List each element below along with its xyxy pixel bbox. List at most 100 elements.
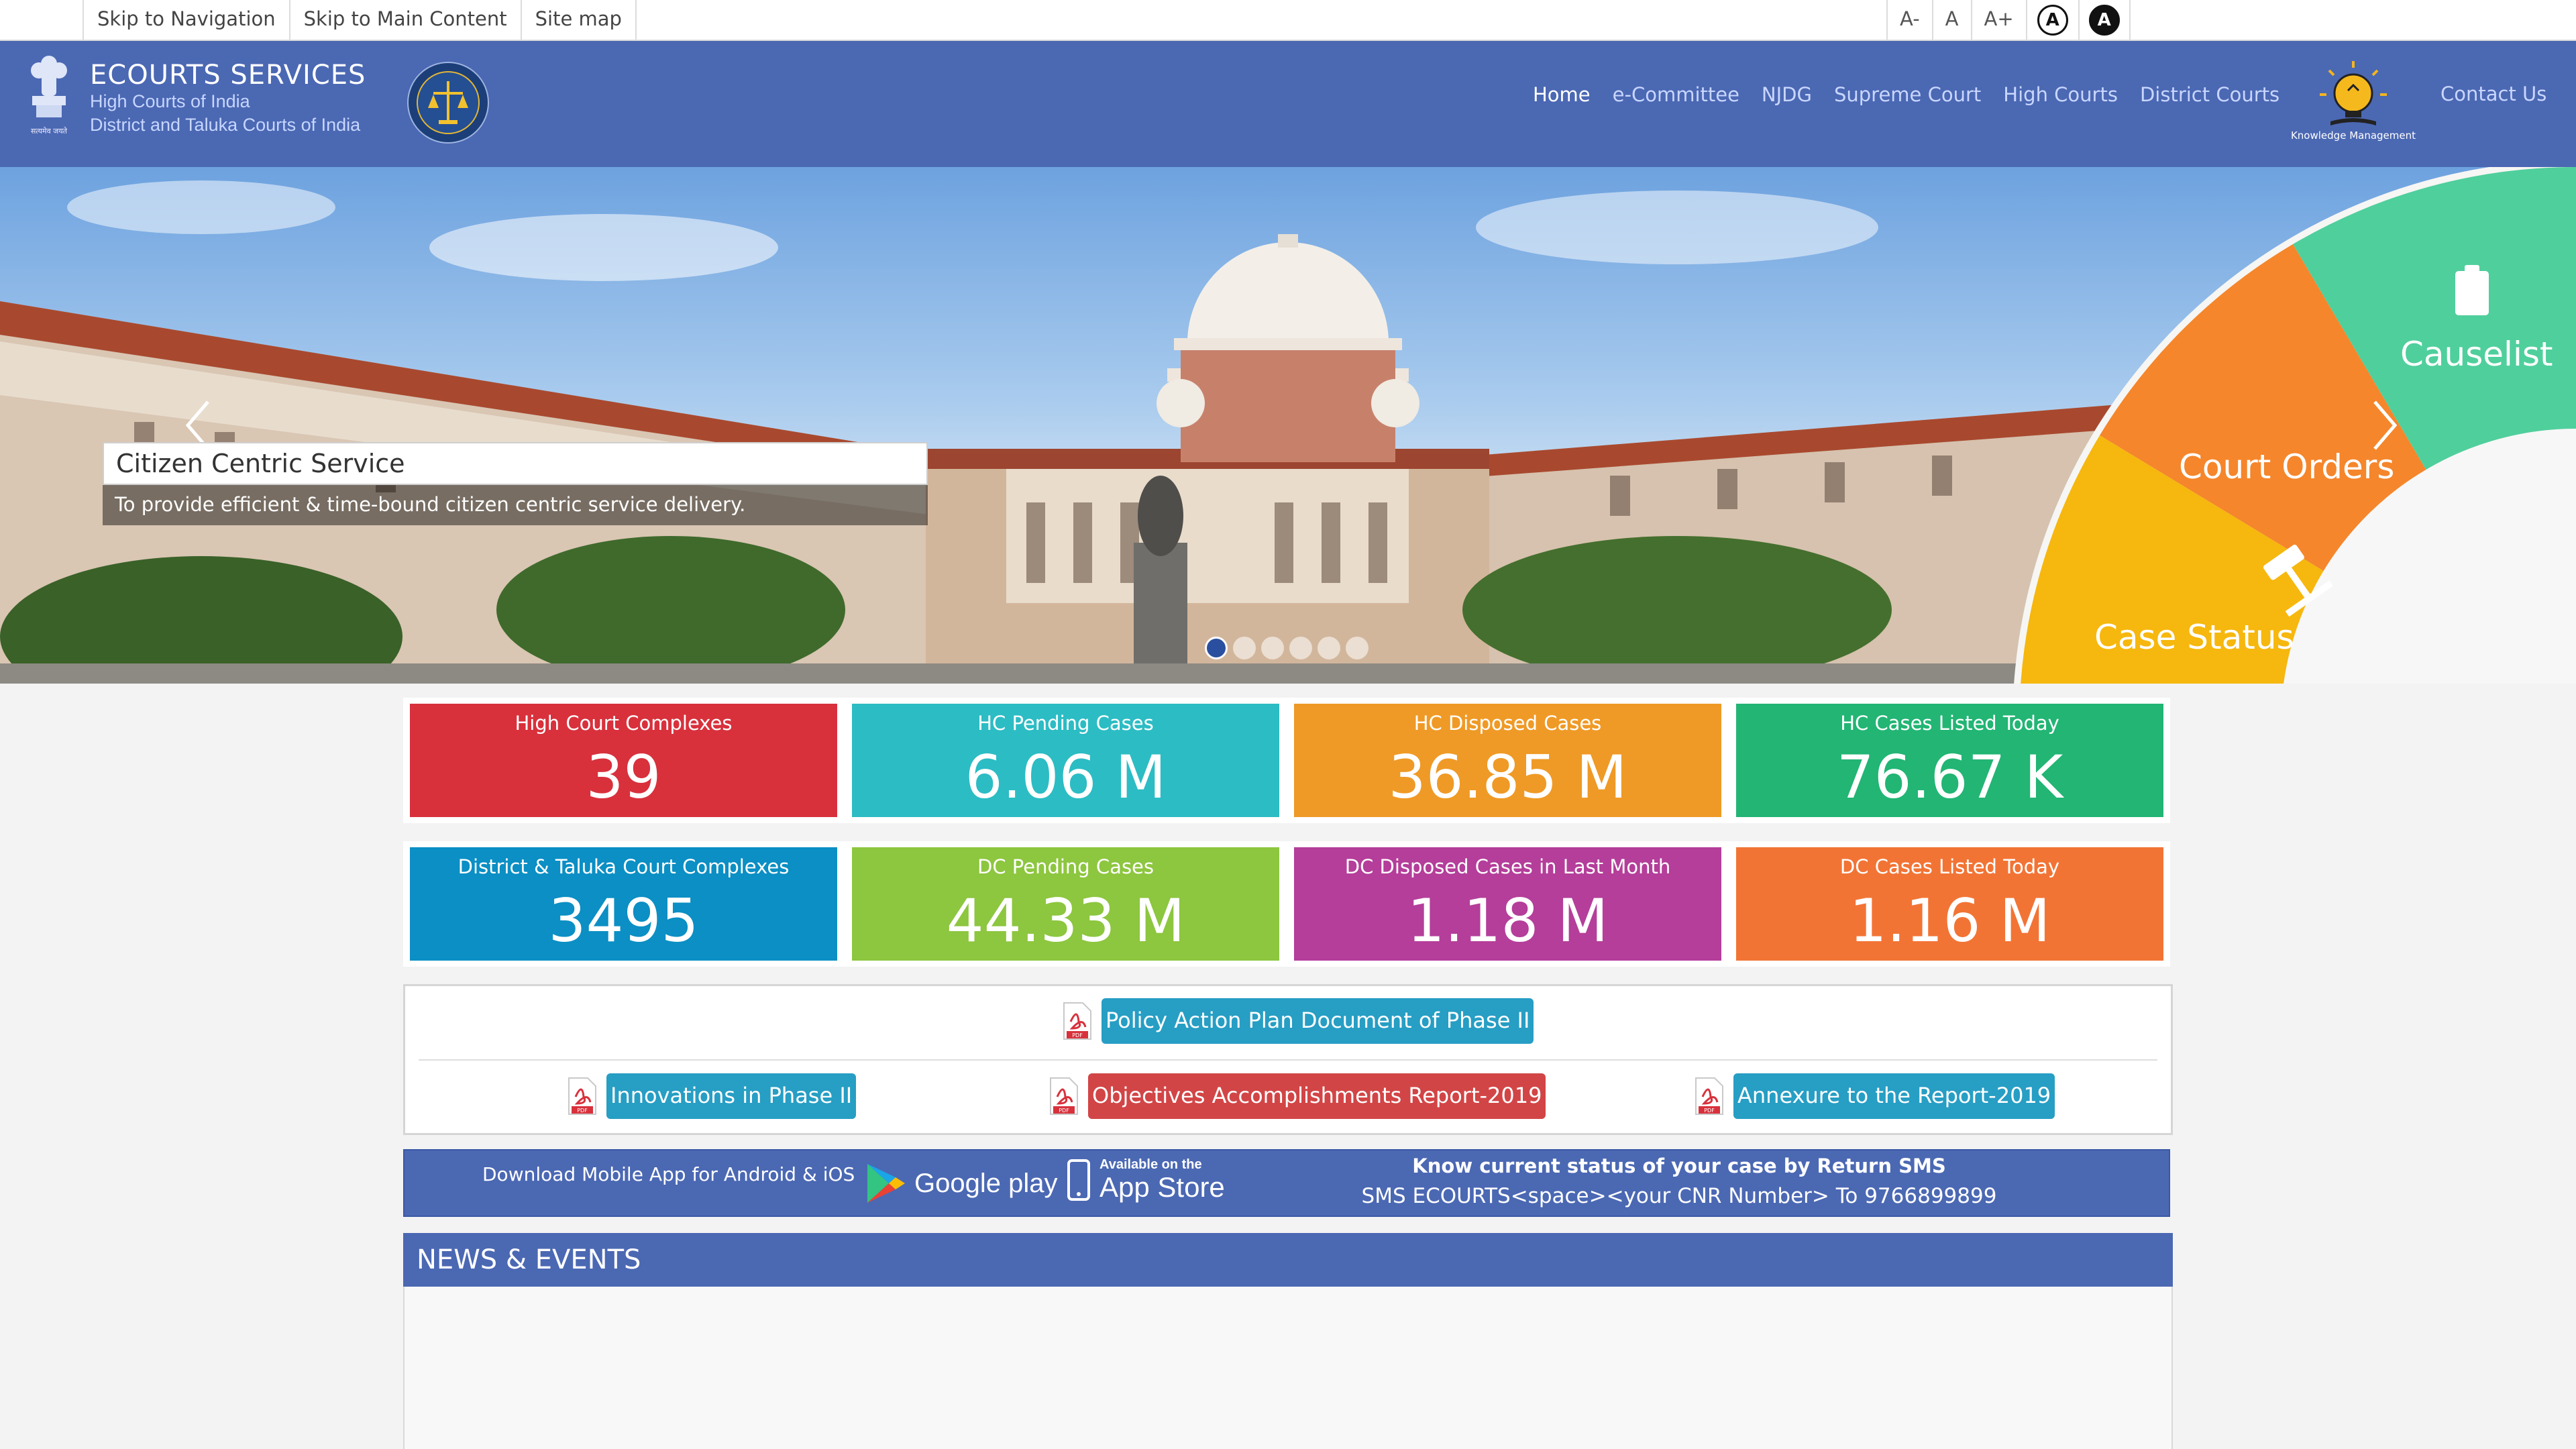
main-navigation: Home e-Committee NJDG Supreme Court High… (1533, 41, 2302, 148)
clipboard-icon (2455, 265, 2489, 315)
carousel-dot[interactable] (1261, 637, 1284, 659)
stat-value: 44.33 M (946, 886, 1185, 955)
stat-label: DC Pending Cases (977, 855, 1155, 878)
emblem-caption: सत्यमेव जयते (31, 127, 68, 136)
annexure-report-button[interactable]: Annexure to the Report-2019 (1733, 1073, 2055, 1119)
font-normal-button[interactable]: A (1931, 0, 1971, 40)
stat-label: HC Disposed Cases (1413, 712, 1602, 735)
causelist-link[interactable]: Causelist (2400, 335, 2553, 374)
stat-label: HC Pending Cases (977, 712, 1154, 735)
normal-contrast-button[interactable]: A (2025, 0, 2078, 40)
contrast-light-icon: A (2037, 4, 2068, 36)
supreme-court-building-image (0, 167, 2576, 684)
svg-text:PDF: PDF (1072, 1032, 1083, 1038)
policy-action-plan-button[interactable]: Policy Action Plan Document of Phase II (1102, 998, 1534, 1044)
nav-supreme-court[interactable]: Supreme Court (1834, 83, 1981, 106)
google-play-link[interactable]: Google play (865, 1161, 1057, 1205)
google-play-icon (867, 1164, 905, 1203)
skip-to-navigation-link[interactable]: Skip to Navigation (83, 0, 289, 40)
hero-carousel: Citizen Centric Service To provide effic… (0, 167, 2576, 684)
divider (419, 1059, 2157, 1061)
pdf-icon: PDF (1050, 1077, 1078, 1115)
knowledge-management-label: Knowledge Management (2290, 129, 2416, 142)
case-status-link[interactable]: Case Status (2094, 618, 2294, 657)
carousel-dot[interactable] (1346, 637, 1368, 659)
innovations-document-item: PDF Innovations in Phase II (568, 1073, 857, 1119)
stat-value: 6.06 M (965, 743, 1167, 812)
objectives-report-button[interactable]: Objectives Accomplishments Report-2019 (1088, 1073, 1546, 1119)
stat-value: 3495 (548, 886, 699, 955)
svg-text:PDF: PDF (577, 1108, 588, 1114)
stat-tile[interactable]: DC Disposed Cases in Last Month 1.18 M (1294, 847, 1721, 961)
mobile-app-bar: Download Mobile App for Android & iOS Go… (403, 1149, 2170, 1217)
font-increase-button[interactable]: A+ (1970, 0, 2026, 40)
site-map-link[interactable]: Site map (520, 0, 637, 40)
sms-status-title: Know current status of your case by Retu… (1412, 1155, 1946, 1177)
stat-label: High Court Complexes (515, 712, 733, 735)
nav-contact-us[interactable]: Contact Us (2440, 83, 2546, 105)
site-subtitle-high-courts: High Courts of India (90, 91, 250, 111)
news-events-body (403, 1287, 2173, 1449)
nav-e-committee[interactable]: e-Committee (1613, 83, 1739, 106)
high-contrast-button[interactable]: A (2078, 0, 2131, 40)
stat-value: 1.16 M (1849, 886, 2051, 955)
slide-caption-title: Citizen Centric Service (103, 442, 928, 485)
app-store-link[interactable]: Available on the App Store (1066, 1157, 1225, 1202)
google-play-label: Google play (914, 1168, 1058, 1198)
stat-label: DC Cases Listed Today (1839, 855, 2060, 878)
stat-tile[interactable]: High Court Complexes 39 (410, 704, 837, 817)
stat-label: HC Cases Listed Today (1840, 712, 2059, 735)
objectives-report-item: PDF Objectives Accomplishments Report-20… (1049, 1073, 1546, 1119)
stat-value: 36.85 M (1388, 743, 1627, 812)
pdf-icon: PDF (1695, 1077, 1723, 1115)
skip-to-main-content-link[interactable]: Skip to Main Content (288, 0, 521, 40)
svg-text:PDF: PDF (1059, 1108, 1069, 1114)
carousel-dot[interactable] (1289, 637, 1312, 659)
app-store-small-label: Available on the (1099, 1157, 1202, 1172)
carousel-dot[interactable] (1233, 637, 1256, 659)
site-title: ECOURTS SERVICES (90, 60, 366, 91)
court-orders-link[interactable]: Court Orders (2179, 447, 2394, 486)
stat-tile[interactable]: DC Pending Cases 44.33 M (852, 847, 1279, 961)
nav-district-courts[interactable]: District Courts (2140, 83, 2279, 106)
pdf-icon: PDF (568, 1077, 596, 1115)
stat-label: DC Disposed Cases in Last Month (1344, 855, 1671, 878)
font-size-controls: A- A A+ A A (1886, 0, 2131, 40)
stat-tile[interactable]: HC Cases Listed Today 76.67 K (1736, 704, 2163, 817)
documents-panel: PDF Policy Action Plan Document of Phase… (403, 984, 2173, 1135)
font-decrease-button[interactable]: A- (1886, 0, 1932, 40)
carousel-next-arrow[interactable] (2368, 395, 2402, 455)
stat-value: 39 (586, 743, 661, 812)
carousel-dot[interactable] (1318, 637, 1340, 659)
nav-home[interactable]: Home (1533, 83, 1591, 106)
stat-value: 76.67 K (1836, 743, 2063, 812)
stat-tile[interactable]: DC Cases Listed Today 1.16 M (1736, 847, 2163, 961)
nav-high-courts[interactable]: High Courts (2003, 83, 2118, 106)
slide-caption-text: To provide efficient & time-bound citize… (103, 485, 928, 525)
stat-tile[interactable]: HC Disposed Cases 36.85 M (1294, 704, 1721, 817)
site-subtitle-district-courts: District and Taluka Courts of India (90, 115, 361, 135)
news-events-heading: NEWS & EVENTS (403, 1233, 2173, 1287)
annexure-report-item: PDF Annexure to the Report-2019 (1695, 1073, 2055, 1119)
carousel-dot[interactable] (1205, 637, 1228, 659)
stat-value: 1.18 M (1407, 886, 1609, 955)
sms-status-instructions: SMS ECOURTS<space><your CNR Number> To 9… (1361, 1184, 1997, 1208)
stat-tile[interactable]: HC Pending Cases 6.06 M (852, 704, 1279, 817)
innovations-phase-ii-button[interactable]: Innovations in Phase II (606, 1073, 857, 1119)
stat-label: District & Taluka Court Complexes (458, 855, 790, 878)
contrast-dark-icon: A (2088, 4, 2120, 36)
skip-links: Skip to Navigation Skip to Main Content … (83, 0, 637, 40)
national-emblem-icon: सत्यमेव जयते (31, 56, 68, 136)
app-store-label: App Store (1099, 1171, 1225, 1203)
pdf-icon: PDF (1063, 1002, 1091, 1040)
phone-icon (1067, 1159, 1090, 1201)
download-app-text: Download Mobile App for Android & iOS (482, 1163, 855, 1185)
high-court-stats: High Court Complexes 39 HC Pending Cases… (403, 698, 2170, 823)
stat-tile[interactable]: District & Taluka Court Complexes 3495 (410, 847, 837, 961)
svg-text:PDF: PDF (1704, 1108, 1715, 1114)
carousel-indicators (1205, 637, 1374, 659)
nav-njdg[interactable]: NJDG (1762, 83, 1812, 106)
ecommittee-logo-icon[interactable] (407, 61, 490, 144)
policy-document-item: PDF Policy Action Plan Document of Phase… (1063, 998, 1534, 1044)
accessibility-bar: Skip to Navigation Skip to Main Content … (0, 0, 2576, 41)
